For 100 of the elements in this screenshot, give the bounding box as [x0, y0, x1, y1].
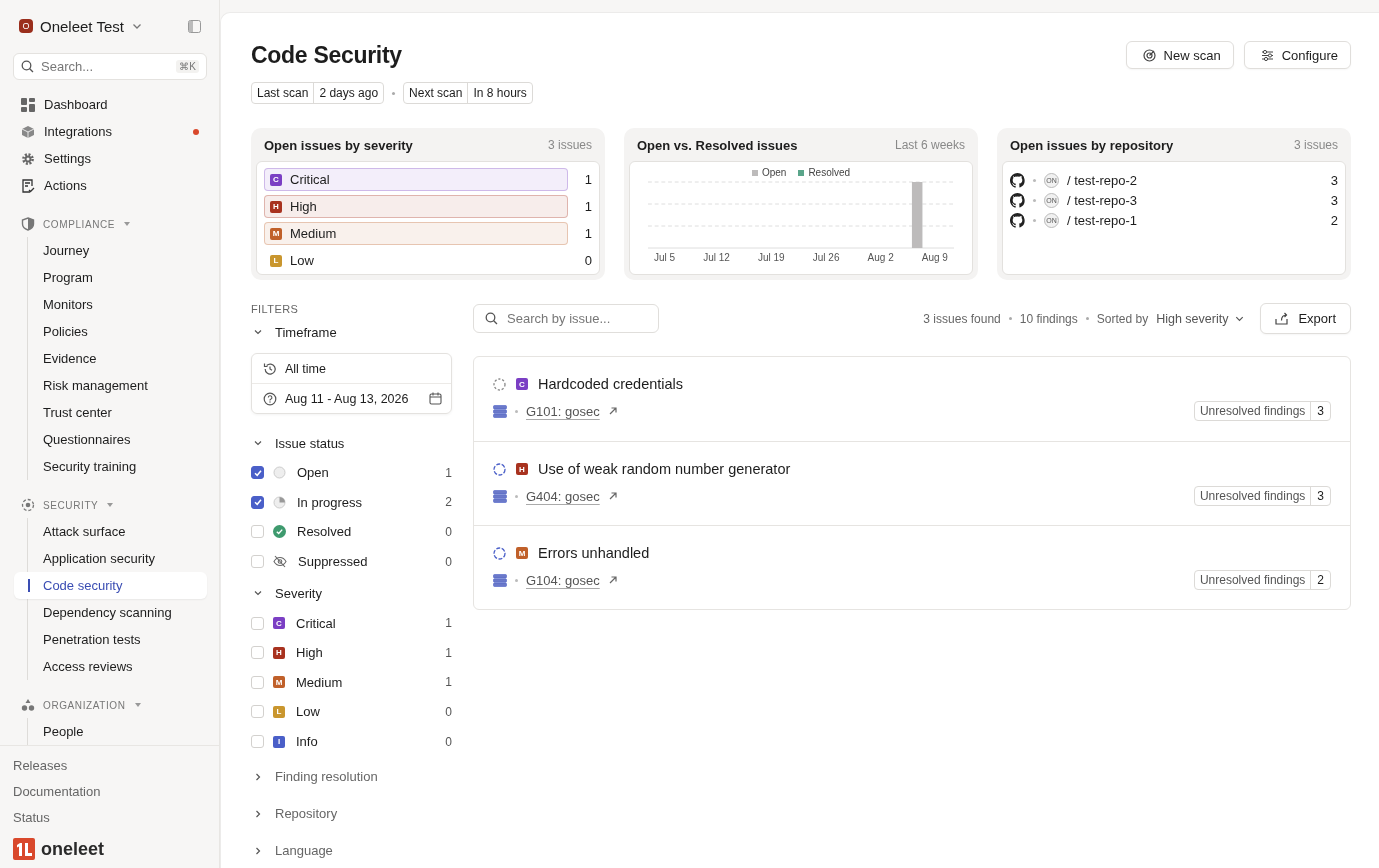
nav-item[interactable]: People: [28, 718, 207, 745]
caret-icon[interactable]: [123, 220, 132, 228]
severity-count: 1: [583, 226, 592, 241]
help-circle-icon: [263, 391, 277, 406]
filter-count: 0: [445, 525, 452, 539]
nav-item[interactable]: Evidence: [28, 345, 207, 372]
issue-row[interactable]: M Errors unhandled G104: gosec Unresolved findings 2: [474, 525, 1350, 609]
configure-button[interactable]: Configure: [1243, 41, 1351, 69]
radar-icon: [1142, 48, 1156, 62]
filter-group-toggle[interactable]: Language: [253, 834, 452, 868]
filter-count: 1: [445, 675, 452, 690]
nav-item[interactable]: Penetration tests: [28, 626, 207, 653]
rule-link[interactable]: G404: gosec: [526, 488, 600, 504]
footer-link[interactable]: Status: [13, 808, 206, 834]
repository-name[interactable]: / test-repo-2: [1067, 172, 1138, 188]
caret-icon[interactable]: [133, 701, 142, 709]
severity-badge: I: [273, 735, 285, 748]
search-field[interactable]: Search... ⌘K: [13, 53, 207, 80]
filter-group-toggle[interactable]: Repository: [253, 797, 452, 831]
axis-label: Jul 12: [703, 252, 730, 263]
filter-count: 1: [445, 465, 452, 480]
filter-count: 0: [445, 554, 452, 569]
findings-tag: Unresolved findings 3: [1193, 401, 1331, 421]
findings-tag: Unresolved findings 3: [1193, 486, 1331, 506]
checkbox[interactable]: [251, 495, 264, 509]
severity-badge: M: [270, 227, 282, 240]
octocat-icon: [1010, 212, 1025, 228]
nav-item[interactable]: Policies: [28, 318, 207, 345]
calendar-icon: [429, 392, 442, 405]
filter-label: High: [296, 645, 324, 661]
issue-row[interactable]: C Hardcoded credentials G101: gosec Unresolved findings 3: [474, 357, 1350, 441]
nav-item[interactable]: Code security: [14, 572, 207, 599]
severity-badge: M: [273, 676, 285, 689]
timeframe-option[interactable]: Aug 11 - Aug 13, 2026: [252, 383, 451, 413]
nav-item[interactable]: Monitors: [28, 291, 207, 318]
dashed-circle-icon: [493, 462, 506, 476]
section-heading[interactable]: SECURITY: [43, 499, 99, 511]
separator-dot: [392, 91, 396, 95]
nav-item[interactable]: Dashboard: [13, 91, 207, 118]
section-heading[interactable]: COMPLIANCE: [43, 218, 116, 230]
new-scan-button[interactable]: New scan: [1125, 41, 1234, 69]
nav-item[interactable]: Questionnaires: [28, 426, 207, 453]
stack-icon: [493, 489, 507, 503]
dashboard-icon: [21, 97, 35, 112]
external-link-icon: [607, 406, 618, 416]
workspace-name[interactable]: Oneleet Test: [40, 17, 124, 35]
repository-name[interactable]: / test-repo-1: [1067, 212, 1138, 228]
search-field[interactable]: Search by issue...: [473, 304, 659, 333]
footer-link[interactable]: Releases: [13, 756, 206, 782]
section-heading[interactable]: ORGANIZATION: [43, 699, 126, 711]
nav-item[interactable]: Dependency scanning: [28, 599, 207, 626]
axis-label: Aug 2: [867, 252, 894, 263]
issue-title: Errors unhandled: [538, 545, 650, 561]
cube-icon: [21, 124, 35, 139]
footer-link[interactable]: Documentation: [13, 782, 206, 808]
brand-name: oneleet: [41, 838, 105, 860]
nav-item[interactable]: Access reviews: [28, 653, 207, 680]
filter-group-toggle[interactable]: Finding resolution: [253, 760, 452, 794]
export-button[interactable]: Export: [1260, 303, 1351, 334]
filters-heading: FILTERS: [251, 303, 300, 315]
eye-off-icon: [273, 555, 287, 569]
filter-group-toggle[interactable]: Timeframe: [253, 319, 452, 345]
chevron-icon: [253, 808, 263, 819]
caret-icon[interactable]: [106, 501, 115, 509]
findings-tag: Unresolved findings 2: [1193, 570, 1331, 590]
repository-name[interactable]: / test-repo-3: [1067, 192, 1138, 208]
nav-item[interactable]: Journey: [28, 237, 207, 264]
nav-item[interactable]: Risk management: [28, 372, 207, 399]
nav-item[interactable]: Security training: [28, 453, 207, 480]
rule-link[interactable]: G101: gosec: [526, 403, 600, 419]
severity-badge: C: [516, 378, 528, 390]
timeframe-option[interactable]: All time: [252, 354, 451, 383]
nav-item[interactable]: Actions: [13, 172, 207, 199]
filter-label: Low: [296, 704, 321, 720]
nav-item[interactable]: Integrations: [13, 118, 207, 145]
nav-item[interactable]: Trust center: [28, 399, 207, 426]
scan-value: In 8 hours: [472, 85, 528, 102]
nav-item[interactable]: Program: [28, 264, 207, 291]
search-icon: [485, 312, 498, 325]
filter-group-toggle[interactable]: Severity: [253, 580, 452, 607]
rule-link[interactable]: G104: gosec: [526, 572, 600, 588]
nav-item[interactable]: Settings: [13, 145, 207, 172]
checkbox[interactable]: [251, 466, 264, 480]
filter-group-toggle[interactable]: Issue status: [253, 430, 452, 456]
chevron-icon: [253, 327, 263, 337]
severity-count: 1: [583, 199, 592, 214]
chevron-icon: [253, 771, 263, 782]
search-icon: [21, 60, 34, 73]
sort-dropdown[interactable]: High severity: [1156, 311, 1246, 326]
legend-label: Open: [761, 167, 787, 178]
separator-dot: [515, 578, 518, 582]
card-title: Open vs. Resolved issues: [637, 138, 798, 153]
octocat-icon: [1010, 192, 1025, 208]
severity-row: H High: [264, 195, 568, 218]
issue-row[interactable]: H Use of weak random number generator G404: gosec Unresolved findings 3: [474, 441, 1350, 525]
nav-item[interactable]: Application security: [28, 545, 207, 572]
nav-item[interactable]: Attack surface: [28, 518, 207, 545]
target-icon: [21, 498, 35, 512]
sidebar-toggle-icon[interactable]: [188, 19, 201, 33]
severity-badge: C: [273, 617, 285, 630]
